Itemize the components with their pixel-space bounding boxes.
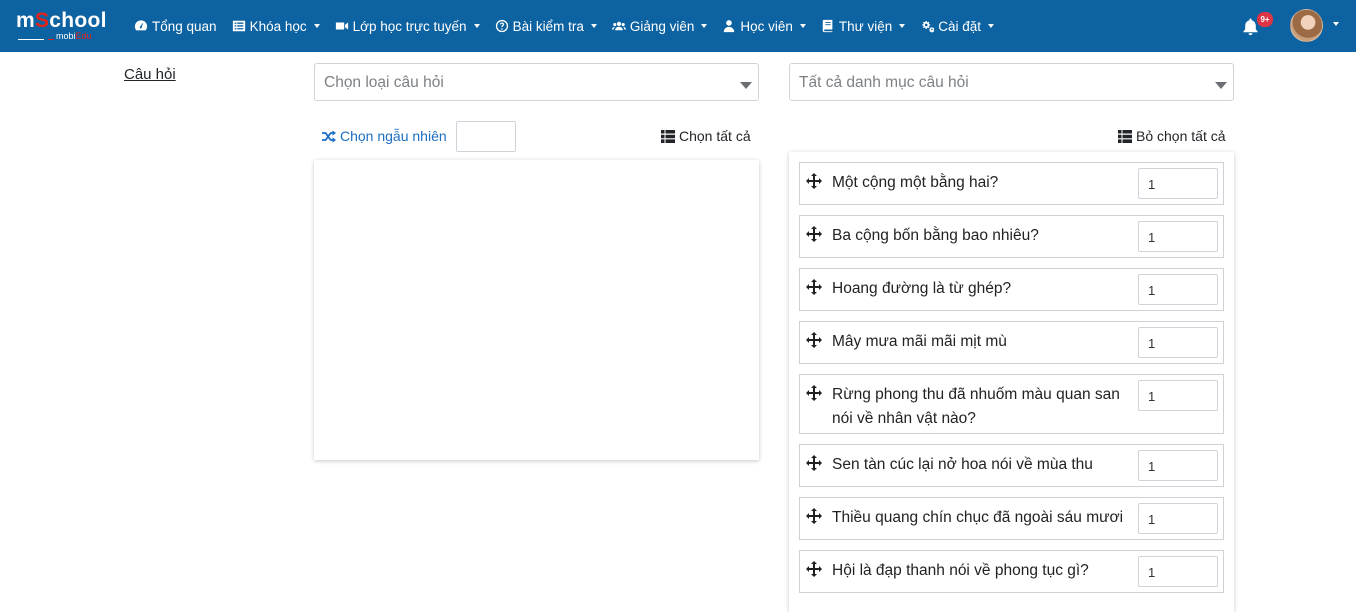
move-arrows-icon[interactable] <box>806 561 822 577</box>
nav-label: Cài đặt <box>938 18 982 34</box>
question-score-input[interactable]: 1 <box>1138 274 1218 305</box>
move-arrows-icon[interactable] <box>806 508 822 524</box>
nav-label: Tổng quan <box>152 18 217 34</box>
shuffle-icon <box>322 129 336 143</box>
chevron-down-icon <box>988 24 995 28</box>
users-icon <box>611 21 626 31</box>
nav-label: Khóa học <box>249 18 307 34</box>
th-list-icon <box>661 129 675 143</box>
nav-item-tests[interactable]: Bài kiểm tra <box>495 19 597 34</box>
logo-text: mSchool <box>16 9 107 32</box>
move-arrows-icon[interactable] <box>806 385 822 401</box>
nav-item-courses[interactable]: Khóa học <box>232 19 320 34</box>
selected-questions-panel: Một cộng một bằng hai? 1 Ba cộng bốn bằng … <box>789 152 1234 612</box>
video-icon <box>335 22 348 30</box>
random-select-link[interactable]: Chọn ngẫu nhiên <box>322 128 447 144</box>
notification-badge: 9+ <box>1257 12 1273 27</box>
question-score-input[interactable]: 1 <box>1138 327 1218 358</box>
nav-item-students[interactable]: Học viên <box>722 19 806 34</box>
nav-item-library[interactable]: Thư viện <box>821 18 906 34</box>
nav-label: Giảng viên <box>629 18 695 34</box>
cogs-icon <box>922 21 935 33</box>
select-all-link[interactable]: Chọn tất cả <box>661 128 751 144</box>
th-list-icon <box>1118 129 1132 143</box>
select-placeholder: Chọn loại câu hỏi <box>324 74 444 91</box>
question-score-input[interactable]: 1 <box>1138 503 1218 534</box>
question-pool-panel[interactable] <box>314 160 759 460</box>
question-score-input[interactable]: 1 <box>1138 380 1218 411</box>
question-score-input[interactable]: 1 <box>1138 450 1218 481</box>
user-avatar[interactable] <box>1290 9 1323 42</box>
main-nav-menu: Tổng quan Khóa học Lớp học trực tuyến Bà… <box>134 0 1009 52</box>
chevron-down-icon[interactable] <box>1333 22 1339 26</box>
move-arrows-icon[interactable] <box>806 455 822 471</box>
random-count-input[interactable] <box>456 121 516 152</box>
chevron-down-icon <box>899 24 906 28</box>
chevron-down-icon <box>313 24 320 28</box>
question-circle-icon <box>495 19 508 33</box>
deselect-all-link[interactable]: Bỏ chọn tất cả <box>1118 128 1226 144</box>
top-navbar: mSchool mobiEdu Tổng quan Khóa học Lớp h… <box>0 0 1356 52</box>
dashboard-icon <box>134 20 148 31</box>
question-text: Hoang đường là từ ghép? <box>832 280 1012 297</box>
question-text: Mây mưa mãi mãi mịt mù <box>832 333 1007 350</box>
nav-label: Bài kiểm tra <box>512 18 584 34</box>
chevron-down-icon <box>590 24 597 28</box>
chevron-down-icon <box>473 24 480 28</box>
question-score-input[interactable]: 1 <box>1138 168 1218 199</box>
select-all-label: Chọn tất cả <box>679 128 751 144</box>
nav-label: Lớp học trực tuyến <box>352 18 467 34</box>
chevron-down-icon <box>1215 82 1227 89</box>
section-label-questions[interactable]: Câu hỏi <box>124 66 176 83</box>
mschool-logo[interactable]: mSchool mobiEdu <box>16 10 112 44</box>
nav-item-teachers[interactable]: Giảng viên <box>611 18 708 34</box>
question-text: Hội là đạp thanh nói về phong tục gì? <box>832 562 1089 579</box>
selected-question-item[interactable]: Ba cộng bốn bằng bao nhiêu? 1 <box>799 215 1224 258</box>
question-text: Sen tàn cúc lại nở hoa nói về mùa thu <box>832 456 1093 473</box>
book-icon <box>822 19 833 33</box>
selected-question-item[interactable]: Thiều quang chín chục đã ngoài sáu mươi 1 <box>799 497 1224 540</box>
selected-question-item[interactable]: Hội là đạp thanh nói về phong tục gì? 1 <box>799 550 1224 593</box>
nav-item-settings[interactable]: Cài đặt <box>920 18 995 34</box>
chevron-down-icon <box>701 24 708 28</box>
question-score-input[interactable]: 1 <box>1138 556 1218 587</box>
question-category-select[interactable]: Tất cả danh mục câu hỏi <box>789 63 1234 101</box>
deselect-all-label: Bỏ chọn tất cả <box>1136 128 1226 144</box>
question-text: Một cộng một bằng hai? <box>832 174 999 191</box>
question-text: Rừng phong thu đã nhuốm màu quan san nói… <box>832 386 1120 427</box>
nav-label: Thư viện <box>838 18 893 34</box>
random-select-label: Chọn ngẫu nhiên <box>340 128 447 144</box>
logo-divider <box>18 39 44 40</box>
question-type-select[interactable]: Chọn loại câu hỏi <box>314 63 759 101</box>
selected-question-item[interactable]: Hoang đường là từ ghép? 1 <box>799 268 1224 311</box>
move-arrows-icon[interactable] <box>806 332 822 348</box>
user-icon <box>724 20 735 33</box>
logo-divider-accent <box>48 39 54 40</box>
chevron-down-icon <box>799 24 806 28</box>
selected-question-item[interactable]: Mây mưa mãi mãi mịt mù 1 <box>799 321 1224 364</box>
nav-item-online-class[interactable]: Lớp học trực tuyến <box>335 19 480 34</box>
logo-subtext: mobiEdu <box>56 31 92 41</box>
move-arrows-icon[interactable] <box>806 279 822 295</box>
list-icon <box>232 20 245 32</box>
chevron-down-icon <box>740 82 752 89</box>
move-arrows-icon[interactable] <box>806 226 822 242</box>
question-score-input[interactable]: 1 <box>1138 221 1218 252</box>
selected-question-item[interactable]: Một cộng một bằng hai? 1 <box>799 162 1224 205</box>
selected-question-item[interactable]: Rừng phong thu đã nhuốm màu quan san nói… <box>799 374 1224 434</box>
nav-item-dashboard[interactable]: Tổng quan <box>134 19 217 34</box>
question-text: Ba cộng bốn bằng bao nhiêu? <box>832 227 1039 244</box>
question-text: Thiều quang chín chục đã ngoài sáu mươi <box>832 509 1124 526</box>
move-arrows-icon[interactable] <box>806 173 822 189</box>
nav-label: Học viên <box>740 18 793 34</box>
select-placeholder: Tất cả danh mục câu hỏi <box>799 74 969 91</box>
selected-question-item[interactable]: Sen tàn cúc lại nở hoa nói về mùa thu 1 <box>799 444 1224 487</box>
